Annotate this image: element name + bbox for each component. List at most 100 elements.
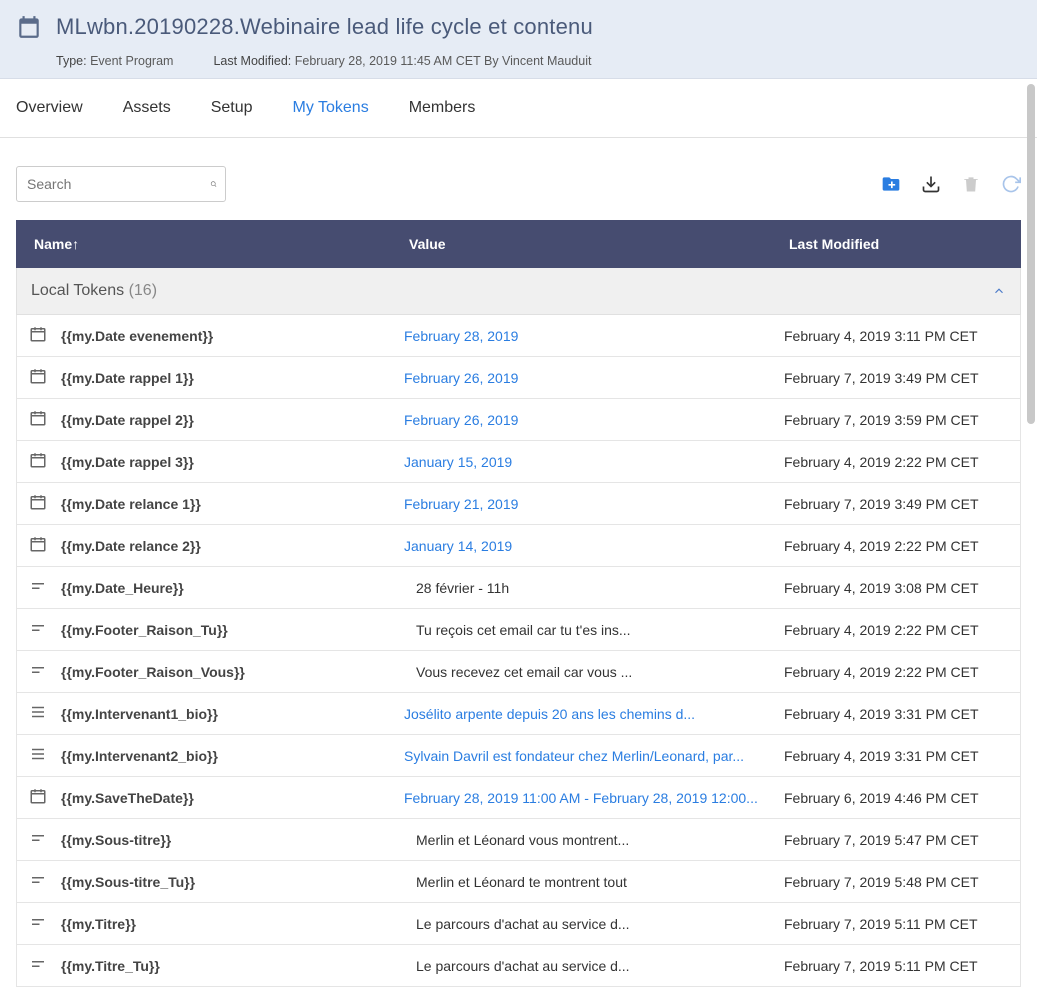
token-name: {{my.SaveTheDate}}	[61, 790, 194, 806]
tab-setup[interactable]: Setup	[211, 79, 253, 137]
delete-icon[interactable]	[961, 174, 981, 194]
token-name: {{my.Date rappel 1}}	[61, 370, 194, 386]
token-value: Vous recevez cet email car vous ...	[404, 664, 784, 680]
table-row[interactable]: {{my.Date rappel 3}}January 15, 2019Febr…	[16, 441, 1021, 483]
refresh-icon[interactable]	[1001, 174, 1021, 194]
token-modified: February 4, 2019 2:22 PM CET	[784, 664, 1008, 680]
token-value[interactable]: February 21, 2019	[404, 496, 784, 512]
token-value: Tu reçois cet email car tu t'es ins...	[404, 622, 784, 638]
token-name: {{my.Titre_Tu}}	[61, 958, 160, 974]
tab-members[interactable]: Members	[409, 79, 476, 137]
token-value[interactable]: February 28, 2019	[404, 328, 784, 344]
table-row[interactable]: {{my.Date rappel 2}} February 26, 2019Feb…	[16, 399, 1021, 441]
table-row[interactable]: {{my.Date rappel 1}} February 26, 2019Feb…	[16, 357, 1021, 399]
table-row[interactable]: {{my.Titre}} Le parcours d'achat au servi…	[16, 903, 1021, 945]
table-row[interactable]: {{my.Sous-titre}} Merlin et Léonard vous …	[16, 819, 1021, 861]
calendar-icon	[16, 14, 42, 40]
token-value[interactable]: Josélito arpente depuis 20 ans les chemi…	[404, 706, 784, 722]
token-modified: February 7, 2019 3:49 PM CET	[784, 496, 1008, 512]
text-icon	[29, 955, 47, 976]
text-icon	[29, 619, 47, 640]
token-modified: February 4, 2019 2:22 PM CET	[784, 622, 1008, 638]
search-box[interactable]	[16, 166, 226, 202]
token-name: {{my.Intervenant1_bio}}	[61, 706, 218, 722]
column-value[interactable]: Value	[409, 236, 789, 252]
token-name: {{my.Date rappel 2}}	[61, 412, 194, 428]
text-icon	[29, 577, 47, 598]
table-row[interactable]: {{my.Date relance 2}} January 14, 2019Feb…	[16, 525, 1021, 567]
search-input[interactable]	[25, 175, 210, 193]
text-icon	[29, 661, 47, 682]
token-name: {{my.Sous-titre_Tu}}	[61, 874, 195, 890]
calendar-icon	[29, 787, 47, 808]
token-modified: February 7, 2019 5:47 PM CET	[784, 832, 1008, 848]
table-row[interactable]: {{my.SaveTheDate}} February 28, 2019 11:0…	[16, 777, 1021, 819]
richtext-icon	[29, 703, 47, 724]
token-name: {{my.Sous-titre}}	[61, 832, 171, 848]
column-name[interactable]: Name↑	[34, 236, 409, 252]
token-modified: February 4, 2019 2:22 PM CET	[784, 538, 1008, 554]
token-modified: February 7, 2019 5:11 PM CET	[784, 958, 1008, 974]
text-icon	[29, 913, 47, 934]
token-value: Le parcours d'achat au service d...	[404, 916, 784, 932]
token-value[interactable]: January 14, 2019	[404, 538, 784, 554]
type-meta: Type: Event Program	[56, 54, 173, 68]
tab-overview[interactable]: Overview	[16, 79, 83, 137]
token-value: Merlin et Léonard vous montrent...	[404, 832, 784, 848]
richtext-icon	[29, 745, 47, 766]
add-folder-icon[interactable]	[881, 174, 901, 194]
text-icon	[29, 871, 47, 892]
table-row[interactable]: {{my.Footer_Raison_Tu}} Tu reçois cet ema…	[16, 609, 1021, 651]
calendar-icon	[29, 367, 47, 388]
table-row[interactable]: {{my.Date relance 1}} February 21, 2019Fe…	[16, 483, 1021, 525]
token-value[interactable]: February 28, 2019 11:00 AM - February 28…	[404, 790, 784, 806]
calendar-icon	[29, 409, 47, 430]
token-name: {{my.Date relance 1}}	[61, 496, 201, 512]
token-value: Merlin et Léonard te montrent tout	[404, 874, 784, 890]
token-modified: February 4, 2019 2:22 PM CET	[784, 454, 1008, 470]
text-icon	[29, 829, 47, 850]
token-value[interactable]: Sylvain Davril est fondateur chez Merlin…	[404, 748, 784, 764]
token-modified: February 7, 2019 5:48 PM CET	[784, 874, 1008, 890]
scrollbar-thumb[interactable]	[1027, 84, 1035, 424]
token-modified: February 7, 2019 3:49 PM CET	[784, 370, 1008, 386]
token-name: {{my.Date relance 2}}	[61, 538, 201, 554]
modified-meta: Last Modified: February 28, 2019 11:45 A…	[213, 54, 591, 68]
token-name: {{my.Date_Heure}}	[61, 580, 184, 596]
table-row[interactable]: {{my.Intervenant1_bio}} Josélito arpente …	[16, 693, 1021, 735]
table-row[interactable]: {{my.Date_Heure}}28 février - 11hFebruar…	[16, 567, 1021, 609]
page-header: MLwbn.20190228.Webinaire lead life cycle…	[0, 0, 1037, 79]
tab-bar: Overview Assets Setup My Tokens Members	[0, 79, 1037, 138]
token-name: {{my.Date evenement}}	[61, 328, 213, 344]
token-name: {{my.Footer_Raison_Tu}}	[61, 622, 228, 638]
calendar-icon	[29, 535, 47, 556]
tab-assets[interactable]: Assets	[123, 79, 171, 137]
page-title: MLwbn.20190228.Webinaire lead life cycle…	[56, 14, 593, 40]
table-row[interactable]: {{my.Intervenant2_bio}} Sylvain Davril es…	[16, 735, 1021, 777]
token-value: Le parcours d'achat au service d...	[404, 958, 784, 974]
token-name: {{my.Titre}}	[61, 916, 136, 932]
token-modified: February 6, 2019 4:46 PM CET	[784, 790, 1008, 806]
token-modified: February 4, 2019 3:08 PM CET	[784, 580, 1008, 596]
calendar-icon	[29, 493, 47, 514]
download-icon[interactable]	[921, 174, 941, 194]
token-value[interactable]: February 26, 2019	[404, 412, 784, 428]
table-row[interactable]: {{my.Titre_Tu}} Le parcours d'achat au se…	[16, 945, 1021, 987]
column-modified[interactable]: Last Modified	[789, 236, 1003, 252]
token-modified: February 4, 2019 3:31 PM CET	[784, 706, 1008, 722]
tab-my-tokens[interactable]: My Tokens	[293, 79, 369, 137]
token-modified: February 7, 2019 3:59 PM CET	[784, 412, 1008, 428]
token-name: {{my.Intervenant2_bio}}	[61, 748, 218, 764]
table-row[interactable]: {{my.Footer_Raison_Vous}} Vous recevez ce…	[16, 651, 1021, 693]
token-name: {{my.Footer_Raison_Vous}}	[61, 664, 245, 680]
token-value[interactable]: February 26, 2019	[404, 370, 784, 386]
token-value[interactable]: January 15, 2019	[404, 454, 784, 470]
table-row[interactable]: {{my.Date evenement}} February 28, 2019Fe…	[16, 315, 1021, 357]
table-row[interactable]: {{my.Sous-titre_Tu}} Merlin et Léonard te…	[16, 861, 1021, 903]
token-modified: February 7, 2019 5:11 PM CET	[784, 916, 1008, 932]
collapse-icon[interactable]	[992, 284, 1006, 298]
calendar-icon	[29, 451, 47, 472]
search-icon	[210, 176, 217, 192]
token-modified: February 4, 2019 3:11 PM CET	[784, 328, 1008, 344]
group-header[interactable]: Local Tokens (16)	[16, 268, 1021, 315]
